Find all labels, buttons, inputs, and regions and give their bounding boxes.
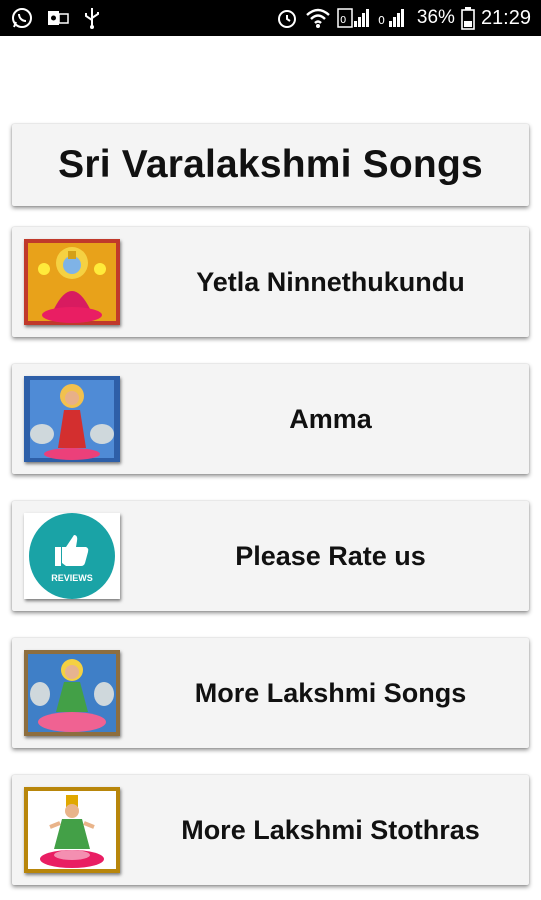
menu-item-label: More Lakshmi Songs (194, 677, 467, 708)
svg-text:0: 0 (378, 14, 385, 27)
lakshmi-goddess-image (24, 650, 120, 736)
menu-item-amma[interactable]: Amma (12, 364, 529, 474)
signal-icon: 0 (337, 6, 371, 30)
reviews-badge-text: REVIEWS (51, 573, 93, 583)
menu-item-label: Amma (289, 403, 372, 434)
lakshmi-goddess-image (24, 239, 120, 325)
wifi-icon (305, 7, 331, 29)
menu-item-rate-us[interactable]: REVIEWS Please Rate us (12, 501, 529, 611)
alarm-icon (275, 6, 299, 30)
signal-icon: 0 (377, 6, 411, 30)
menu-item-label: Please Rate us (235, 540, 426, 571)
menu-item-yetla-ninnethukundu[interactable]: Yetla Ninnethukundu (12, 227, 529, 337)
status-bar: 0 0 36% 21:29 (0, 0, 541, 36)
battery-percent: 36% (416, 7, 455, 28)
lakshmi-goddess-image (24, 787, 120, 873)
page-title: Sri Varalakshmi Songs (58, 143, 483, 186)
usb-icon (82, 6, 102, 30)
menu-item-label: Yetla Ninnethukundu (196, 266, 465, 297)
menu-item-more-lakshmi-songs[interactable]: More Lakshmi Songs (12, 638, 529, 748)
menu-item-label: More Lakshmi Stothras (181, 814, 480, 845)
lakshmi-goddess-image (24, 376, 120, 462)
svg-text:0: 0 (340, 15, 346, 26)
clock: 21:29 (480, 6, 531, 29)
reviews-thumbs-up-icon: REVIEWS (24, 513, 120, 599)
outlook-icon (46, 6, 70, 30)
battery-icon (461, 6, 475, 30)
menu-item-more-lakshmi-stothras[interactable]: More Lakshmi Stothras (12, 775, 529, 885)
title-card: Sri Varalakshmi Songs (12, 124, 529, 206)
whatsapp-icon (10, 6, 34, 30)
